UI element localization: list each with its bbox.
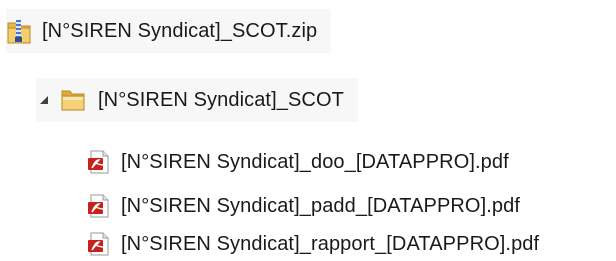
pdf-file-icon bbox=[86, 193, 112, 219]
file-item[interactable]: [N°SIREN Syndicat]_doo_[DATAPPRO].pdf bbox=[86, 145, 509, 179]
folder-item[interactable]: [N°SIREN Syndicat]_SCOT bbox=[36, 78, 358, 122]
folder-name: [N°SIREN Syndicat]_SCOT bbox=[98, 89, 344, 111]
zip-archive-item[interactable]: [N°SIREN Syndicat]_SCOT.zip bbox=[6, 9, 332, 53]
pdf-file-icon bbox=[86, 149, 112, 175]
file-name: [N°SIREN Syndicat]_doo_[DATAPPRO].pdf bbox=[121, 151, 509, 173]
file-item[interactable]: [N°SIREN Syndicat]_padd_[DATAPPRO].pdf bbox=[86, 189, 520, 223]
file-name: [N°SIREN Syndicat]_rapport_[DATAPPRO].pd… bbox=[121, 233, 540, 255]
folder-icon bbox=[60, 88, 86, 112]
pdf-file-icon bbox=[86, 231, 112, 257]
file-item[interactable]: [N°SIREN Syndicat]_rapport_[DATAPPRO].pd… bbox=[86, 227, 539, 261]
zip-archive-name: [N°SIREN Syndicat]_SCOT.zip bbox=[42, 20, 318, 42]
expanded-triangle-icon[interactable] bbox=[36, 92, 52, 108]
zip-folder-icon bbox=[6, 17, 32, 45]
file-name: [N°SIREN Syndicat]_padd_[DATAPPRO].pdf bbox=[121, 195, 521, 217]
